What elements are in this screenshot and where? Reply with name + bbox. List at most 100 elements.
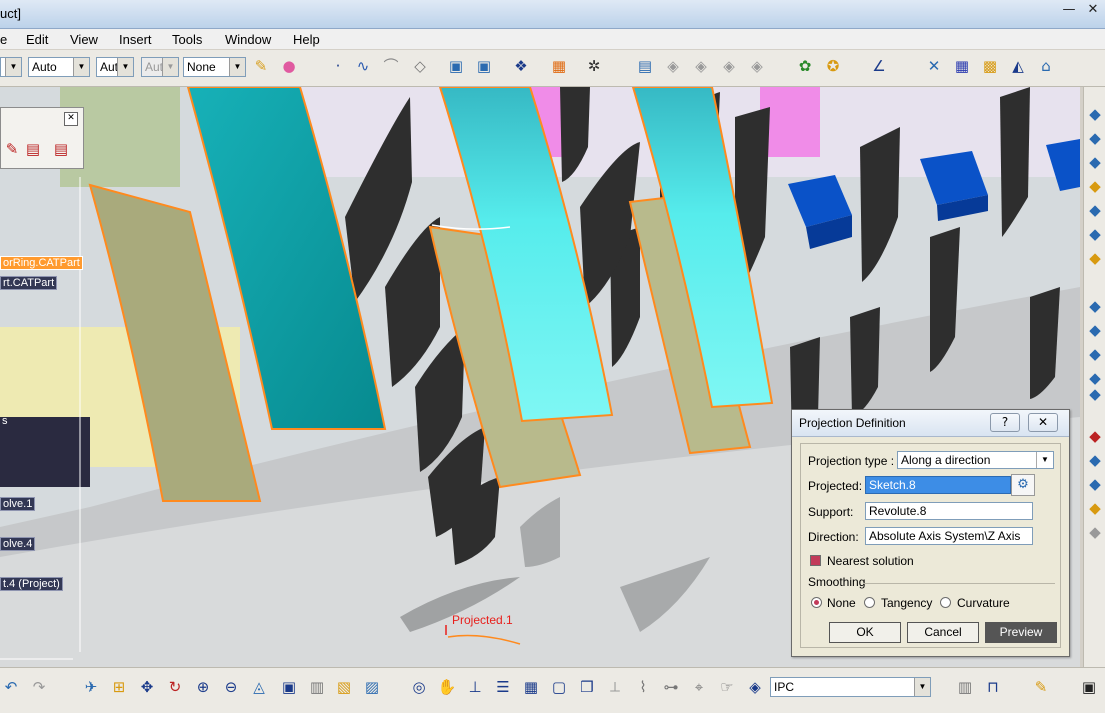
zoom-in-icon[interactable]: ⊕ [192,676,214,698]
ok-button[interactable]: OK [829,622,901,643]
spline-icon[interactable]: ∿ [352,55,374,77]
smoothing-curvature-radio[interactable] [940,597,951,608]
vert-tool-icon-2[interactable]: ◆ [1084,127,1105,149]
fit-all-icon[interactable]: ⊞ [108,676,130,698]
cancel-button[interactable]: Cancel [907,622,979,643]
measure-icon[interactable]: ⟂ [604,676,626,698]
layer-icon[interactable]: ◈ [744,676,766,698]
box-icon[interactable]: ▢ [548,676,570,698]
axis-icon[interactable]: ⊥ [464,676,486,698]
view-combo[interactable]: IPC ▼ [770,677,931,697]
rotate-icon[interactable]: ↻ [164,676,186,698]
tree-tool-icon-2[interactable]: ▤ [22,138,44,160]
grid-icon[interactable]: ▦ [548,55,570,77]
color-combo[interactable]: ▼ [0,57,22,77]
quick-view-icon[interactable]: ▥ [306,676,328,698]
revolve-icon[interactable]: ▣ [473,55,495,77]
menu-edit[interactable]: Edit [26,32,48,47]
filter-icon[interactable]: ⌖ [688,676,710,698]
tree-node-revolve-4[interactable]: olve.4 [0,537,36,551]
vert-tool-icon-8[interactable]: ◆ [1084,295,1105,317]
vert-tool-icon-3[interactable]: ◆ [1084,151,1105,173]
menu-insert[interactable]: Insert [119,32,152,47]
smoothing-none-radio[interactable] [811,597,822,608]
normal-view-icon[interactable]: ◬ [248,676,270,698]
vert-tool-icon-12[interactable]: ◆ [1084,383,1105,405]
dialog-close-button[interactable]: ✕ [1028,413,1058,432]
hand-icon[interactable]: ✋ [436,676,458,698]
menu-file[interactable]: e [0,32,7,47]
line-type-combo[interactable]: Aut ▼ [96,57,134,77]
projected-field[interactable]: Sketch.8 [865,476,1011,494]
vert-tool-icon-1[interactable]: ◆ [1084,103,1105,125]
line-thickness-combo[interactable]: Auto ▼ [28,57,90,77]
shape-icon-1[interactable]: ◈ [662,55,684,77]
tree-expand-icon[interactable]: ☰ [492,676,514,698]
frame-icon[interactable]: ▥ [954,676,976,698]
shape-icon-4[interactable]: ◈ [746,55,768,77]
grid-points-icon[interactable]: ▦ [951,55,973,77]
fly-icon[interactable]: ✈ [80,676,102,698]
point-type-combo[interactable]: Aut ▼ [141,57,179,77]
direction-field[interactable]: Absolute Axis System\Z Axis [865,527,1033,545]
pointer-icon[interactable]: ☞ [716,676,738,698]
vert-tool-icon-6[interactable]: ◆ [1084,223,1105,245]
menu-tools[interactable]: Tools [172,32,202,47]
menu-window[interactable]: Window [225,32,271,47]
help-button[interactable]: ? [990,413,1020,432]
eraser-icon[interactable]: ◇ [409,55,431,77]
properties-icon[interactable]: ● [278,55,300,77]
workbench-icon[interactable]: ⌂ [1035,55,1057,77]
tree-node-s[interactable]: s [0,415,10,427]
scan-icon[interactable]: ▤ [634,55,656,77]
vert-tool-icon-10[interactable]: ◆ [1084,343,1105,365]
clipboard-icon[interactable]: ✎ [1030,676,1052,698]
hide-show-icon[interactable]: ▨ [361,676,383,698]
angle-icon[interactable]: ∠ [868,55,890,77]
projected-selector-icon[interactable]: ⚙ [1011,474,1035,496]
layer-combo[interactable]: None ▼ [183,57,246,77]
paintbrush-icon[interactable]: ✎ [250,55,272,77]
curve-analysis-icon[interactable]: ⌇ [632,676,654,698]
vert-tool-icon-17[interactable]: ◆ [1084,521,1105,543]
vert-tool-icon-13[interactable]: ◆ [1084,425,1105,447]
vert-tool-icon-4[interactable]: ◆ [1084,175,1105,197]
tree-tool-icon-3[interactable]: ▤ [50,138,72,160]
tree-node-rotor-ring[interactable]: orRing.CATPart [0,256,83,270]
vert-tool-icon-14[interactable]: ◆ [1084,449,1105,471]
analysis-icon[interactable]: ✿ [794,55,816,77]
point-icon[interactable]: · [327,55,349,77]
zoom-out-icon[interactable]: ⊖ [220,676,242,698]
constraint-icon[interactable]: ✕ [923,55,945,77]
preview-button[interactable]: Preview [985,622,1057,643]
offset-icon[interactable]: ❖ [510,55,532,77]
tree-tool-icon-1[interactable]: ✎ [1,138,23,160]
shape-icon-2[interactable]: ◈ [690,55,712,77]
support-field[interactable]: Revolute.8 [865,502,1033,520]
tree-node-project[interactable]: t.4 (Project) [0,577,63,591]
undo-icon[interactable]: ↶ [0,676,22,698]
multi-view-icon[interactable]: ▣ [278,676,300,698]
vert-tool-icon-9[interactable]: ◆ [1084,319,1105,341]
snap-icon[interactable]: ▩ [979,55,1001,77]
vert-tool-icon-16[interactable]: ◆ [1084,497,1105,519]
arc-icon[interactable]: ⌒ [380,55,402,77]
close-window-button[interactable]: ✕ [1081,0,1105,20]
redo-icon[interactable]: ↷ [28,676,50,698]
plane-icon[interactable]: ◭ [1007,55,1029,77]
cube-icon[interactable]: ❒ [576,676,598,698]
tree-node-revolve-1[interactable]: olve.1 [0,497,36,511]
menu-view[interactable]: View [70,32,98,47]
close-icon[interactable]: ✕ [64,112,78,126]
pan-icon[interactable]: ✥ [136,676,158,698]
projection-type-dropdown[interactable]: Along a direction ▼ [897,451,1054,469]
analysis-icon-2[interactable]: ✪ [822,55,844,77]
hierarchy-icon[interactable]: ⊶ [660,676,682,698]
fixture-icon[interactable]: ⊓ [982,676,1004,698]
smoothing-tangency-radio[interactable] [864,597,875,608]
grid-view-icon[interactable]: ▦ [520,676,542,698]
vert-tool-icon-15[interactable]: ◆ [1084,473,1105,495]
shape-icon-3[interactable]: ◈ [718,55,740,77]
swap-space-icon[interactable]: ◎ [408,676,430,698]
menu-help[interactable]: Help [293,32,320,47]
